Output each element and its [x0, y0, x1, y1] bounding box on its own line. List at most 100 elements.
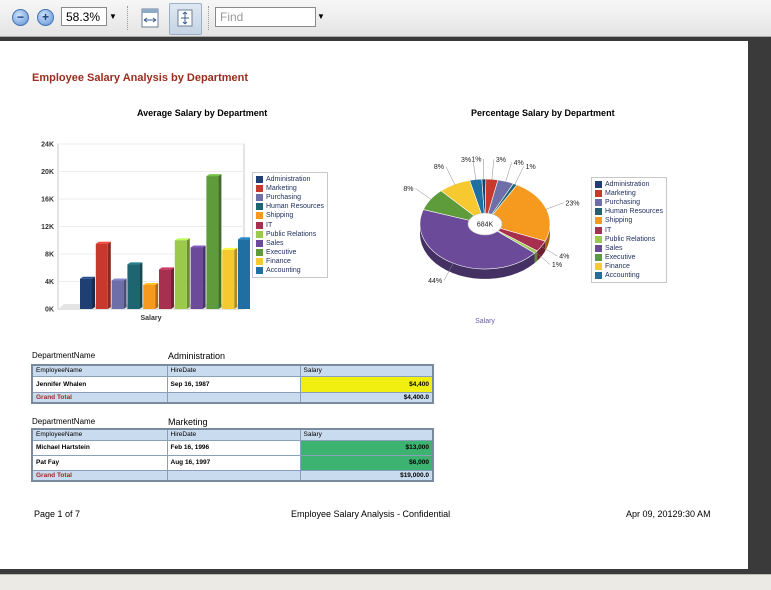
- bar-purchasing: [112, 278, 127, 309]
- legend-swatch: [595, 272, 602, 279]
- column-header: Salary: [300, 365, 433, 376]
- legend-label: Executive: [605, 254, 635, 261]
- footer-timestamp: Apr 09, 20129:30 AM: [626, 509, 711, 519]
- pie-chart-title: Percentage Salary by Department: [471, 108, 615, 118]
- legend-item: Marketing: [595, 189, 663, 198]
- grand-total-spacer: [167, 392, 300, 403]
- employee-name-cell: Pat Fay: [32, 455, 167, 470]
- find-dropdown-icon[interactable]: ▼: [317, 12, 325, 21]
- legend-label: Finance: [605, 263, 630, 270]
- y-tick-label: 0K: [45, 307, 54, 314]
- bar-side: [171, 267, 174, 309]
- legend-item: IT: [256, 220, 324, 229]
- legend-item: Shipping: [256, 211, 324, 220]
- legend-item: Accounting: [256, 266, 324, 275]
- legend-label: Marketing: [605, 190, 636, 197]
- y-tick-label: 4K: [45, 279, 54, 286]
- bar-face: [143, 285, 155, 309]
- zoom-dropdown-icon[interactable]: ▼: [109, 12, 117, 21]
- grand-total-value: $19,000.0: [300, 470, 433, 481]
- pie-data-label: 1%: [526, 164, 536, 171]
- pie-data-label: 4%: [514, 160, 524, 167]
- legend-item: Sales: [256, 239, 324, 248]
- legend-item: Human Resources: [595, 207, 663, 216]
- legend-item: Accounting: [595, 271, 663, 280]
- table-header-row: EmployeeName HireDate Salary: [32, 429, 433, 440]
- hire-date-cell: Sep 16, 1987: [167, 376, 300, 392]
- pie-leader-line: [415, 188, 431, 199]
- y-tick-label: 8K: [45, 252, 54, 259]
- legend-item: Public Relations: [595, 235, 663, 244]
- legend-item: Administration: [256, 175, 324, 184]
- legend-label: Sales: [266, 240, 284, 247]
- pie-leader-line: [446, 167, 455, 185]
- legend-label: Purchasing: [266, 194, 301, 201]
- bar-accounting: [238, 237, 250, 309]
- zoom-out-icon[interactable]: −: [12, 9, 29, 26]
- y-tick-label: 16K: [41, 197, 54, 204]
- pie-chart-legend: AdministrationMarketingPurchasingHuman R…: [591, 177, 667, 283]
- pie-data-label: 23%: [565, 200, 579, 207]
- legend-swatch: [595, 190, 602, 197]
- fit-width-icon[interactable]: [139, 7, 161, 29]
- legend-label: IT: [266, 222, 272, 229]
- pie-axis-label: Salary: [475, 318, 495, 325]
- legend-swatch: [595, 245, 602, 252]
- employee-name-cell: Michael Hartstein: [32, 440, 167, 455]
- toolbar-separator: [127, 6, 128, 30]
- legend-swatch: [256, 240, 263, 247]
- pie-data-label: 3%: [496, 157, 506, 164]
- bar-face: [206, 176, 218, 309]
- bar-face: [96, 244, 108, 309]
- fit-page-icon[interactable]: [174, 7, 196, 29]
- legend-item: Finance: [256, 257, 324, 266]
- legend-label: Marketing: [266, 185, 297, 192]
- department-name-label: DepartmentName: [32, 417, 95, 426]
- bar-side: [234, 248, 237, 309]
- legend-label: IT: [605, 227, 611, 234]
- legend-label: Sales: [605, 245, 623, 252]
- bar-face: [112, 280, 124, 309]
- grand-total-label: Grand Total: [32, 392, 167, 403]
- zoom-in-icon[interactable]: +: [37, 9, 54, 26]
- legend-swatch: [595, 208, 602, 215]
- bar-side: [187, 238, 190, 309]
- department-name-value: Marketing: [168, 417, 208, 427]
- pie-chart: 684K1%3%4%1%23%4%1%44%8%8%3%Salary: [395, 136, 590, 326]
- legend-item: Purchasing: [595, 198, 663, 207]
- table-header-row: EmployeeName HireDate Salary: [32, 365, 433, 376]
- department-name-value: Administration: [168, 351, 225, 361]
- table-row: Jennifer Whalen Sep 16, 1987 $4,400: [32, 376, 433, 392]
- legend-swatch: [595, 199, 602, 206]
- legend-swatch: [595, 263, 602, 270]
- pie-data-label: 3%: [461, 157, 471, 164]
- y-tick-label: 12K: [41, 224, 54, 231]
- salary-cell: $13,000: [300, 440, 433, 455]
- legend-label: Shipping: [266, 212, 293, 219]
- legend-item: Administration: [595, 180, 663, 189]
- legend-swatch: [256, 258, 263, 265]
- legend-item: IT: [595, 225, 663, 234]
- legend-swatch: [256, 185, 263, 192]
- legend-swatch: [256, 267, 263, 274]
- legend-item: Executive: [256, 248, 324, 257]
- find-input[interactable]: Find: [215, 7, 316, 27]
- bar-chart: 0K4K8K12K16K20K24KSalary: [30, 136, 250, 326]
- legend-swatch: [256, 176, 263, 183]
- footer-confidential: Employee Salary Analysis - Confidential: [291, 509, 450, 519]
- status-bar: [0, 574, 771, 590]
- column-header: EmployeeName: [32, 365, 167, 376]
- employee-name-cell: Jennifer Whalen: [32, 376, 167, 392]
- zoom-level-input[interactable]: 58.3%: [61, 7, 107, 26]
- bar-face: [175, 240, 187, 309]
- legend-label: Accounting: [605, 272, 640, 279]
- table-row: Pat Fay Aug 16, 1997 $6,000: [32, 455, 433, 470]
- pie-leader-line: [545, 203, 563, 210]
- legend-label: Accounting: [266, 267, 301, 274]
- pie-data-label: 1%: [552, 262, 562, 269]
- legend-label: Administration: [266, 176, 310, 183]
- pie-data-label: 8%: [403, 186, 413, 193]
- pie-data-label: 44%: [428, 278, 442, 285]
- legend-swatch: [256, 212, 263, 219]
- pie-data-label: 8%: [434, 164, 444, 171]
